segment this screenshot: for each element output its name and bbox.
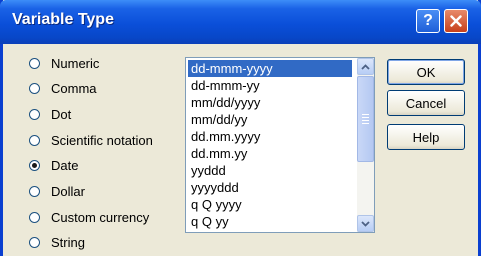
list-item[interactable]: q Q yy (188, 213, 352, 230)
list-item[interactable]: mm/dd/yy (188, 111, 352, 128)
radio-label: Dollar (51, 183, 85, 199)
question-mark-icon: ? (423, 12, 433, 29)
radio-button[interactable] (29, 82, 40, 94)
radio-label: Numeric (51, 55, 100, 71)
dialog-title: Variable Type (12, 11, 114, 28)
grip-line (362, 120, 369, 121)
radio-option-numeric[interactable]: Numeric (29, 54, 179, 72)
help-button[interactable]: Help (387, 124, 465, 150)
radio-option-custom-currency[interactable]: Custom currency (29, 208, 179, 226)
list-item[interactable]: dd.mm.yy (188, 145, 352, 162)
list-item-selected[interactable]: dd-mmm-yyyy (188, 60, 352, 77)
radio-button[interactable] (29, 211, 40, 223)
radio-option-string[interactable]: String (29, 233, 179, 251)
radio-option-dollar[interactable]: Dollar (29, 182, 179, 200)
date-format-listbox[interactable]: dd-mmm-yyyy dd-mmm-yy mm/dd/yyyy mm/dd/y… (185, 57, 375, 233)
list-item[interactable]: yyyyddd (188, 179, 352, 196)
title-bar[interactable]: Variable Type ? (0, 0, 481, 44)
cancel-button[interactable]: Cancel (387, 90, 465, 116)
radio-button[interactable] (29, 185, 40, 197)
grip-line (362, 123, 369, 124)
radio-label: Date (51, 157, 79, 173)
chevron-down-icon (361, 220, 370, 227)
radio-button[interactable] (29, 57, 40, 69)
radio-button[interactable] (29, 134, 40, 146)
ok-label: OK (416, 64, 436, 80)
list-item[interactable]: yyddd (188, 162, 352, 179)
radio-option-scientific-notation[interactable]: Scientific notation (29, 131, 179, 149)
radio-option-comma[interactable]: Comma (29, 79, 179, 97)
chevron-up-icon (361, 63, 370, 70)
variable-type-dialog: Variable Type ? Numeric Comma Dot Scient… (0, 0, 481, 256)
close-icon (450, 15, 462, 27)
grip-line (362, 117, 369, 118)
radio-button-selected[interactable] (29, 159, 40, 171)
list-item[interactable]: mm/dd/yyyy (188, 94, 352, 111)
scroll-down-button[interactable] (357, 215, 374, 232)
radio-label: Custom currency (51, 209, 150, 225)
list-item[interactable]: q Q yyyy (188, 196, 352, 213)
radio-label: Dot (51, 106, 72, 122)
grip-line (362, 114, 369, 115)
scroll-up-button[interactable] (357, 58, 374, 75)
scrollbar-thumb[interactable] (357, 76, 374, 162)
radio-button[interactable] (29, 236, 40, 248)
title-help-button[interactable]: ? (416, 9, 440, 33)
radio-label: String (51, 234, 85, 250)
radio-option-date[interactable]: Date (29, 156, 179, 174)
list-item[interactable]: dd.mm.yyyy (188, 128, 352, 145)
radio-button[interactable] (29, 108, 40, 120)
radio-label: Comma (51, 80, 97, 96)
ok-button[interactable]: OK (387, 59, 465, 85)
format-list: dd-mmm-yyyy dd-mmm-yy mm/dd/yyyy mm/dd/y… (186, 58, 352, 230)
radio-option-dot[interactable]: Dot (29, 105, 179, 123)
cancel-label: Cancel (405, 95, 447, 111)
list-item[interactable]: dd-mmm-yy (188, 77, 352, 94)
help-label: Help (412, 129, 440, 145)
vertical-scrollbar[interactable] (357, 58, 374, 232)
radio-label: Scientific notation (51, 132, 153, 148)
close-button[interactable] (444, 9, 468, 33)
